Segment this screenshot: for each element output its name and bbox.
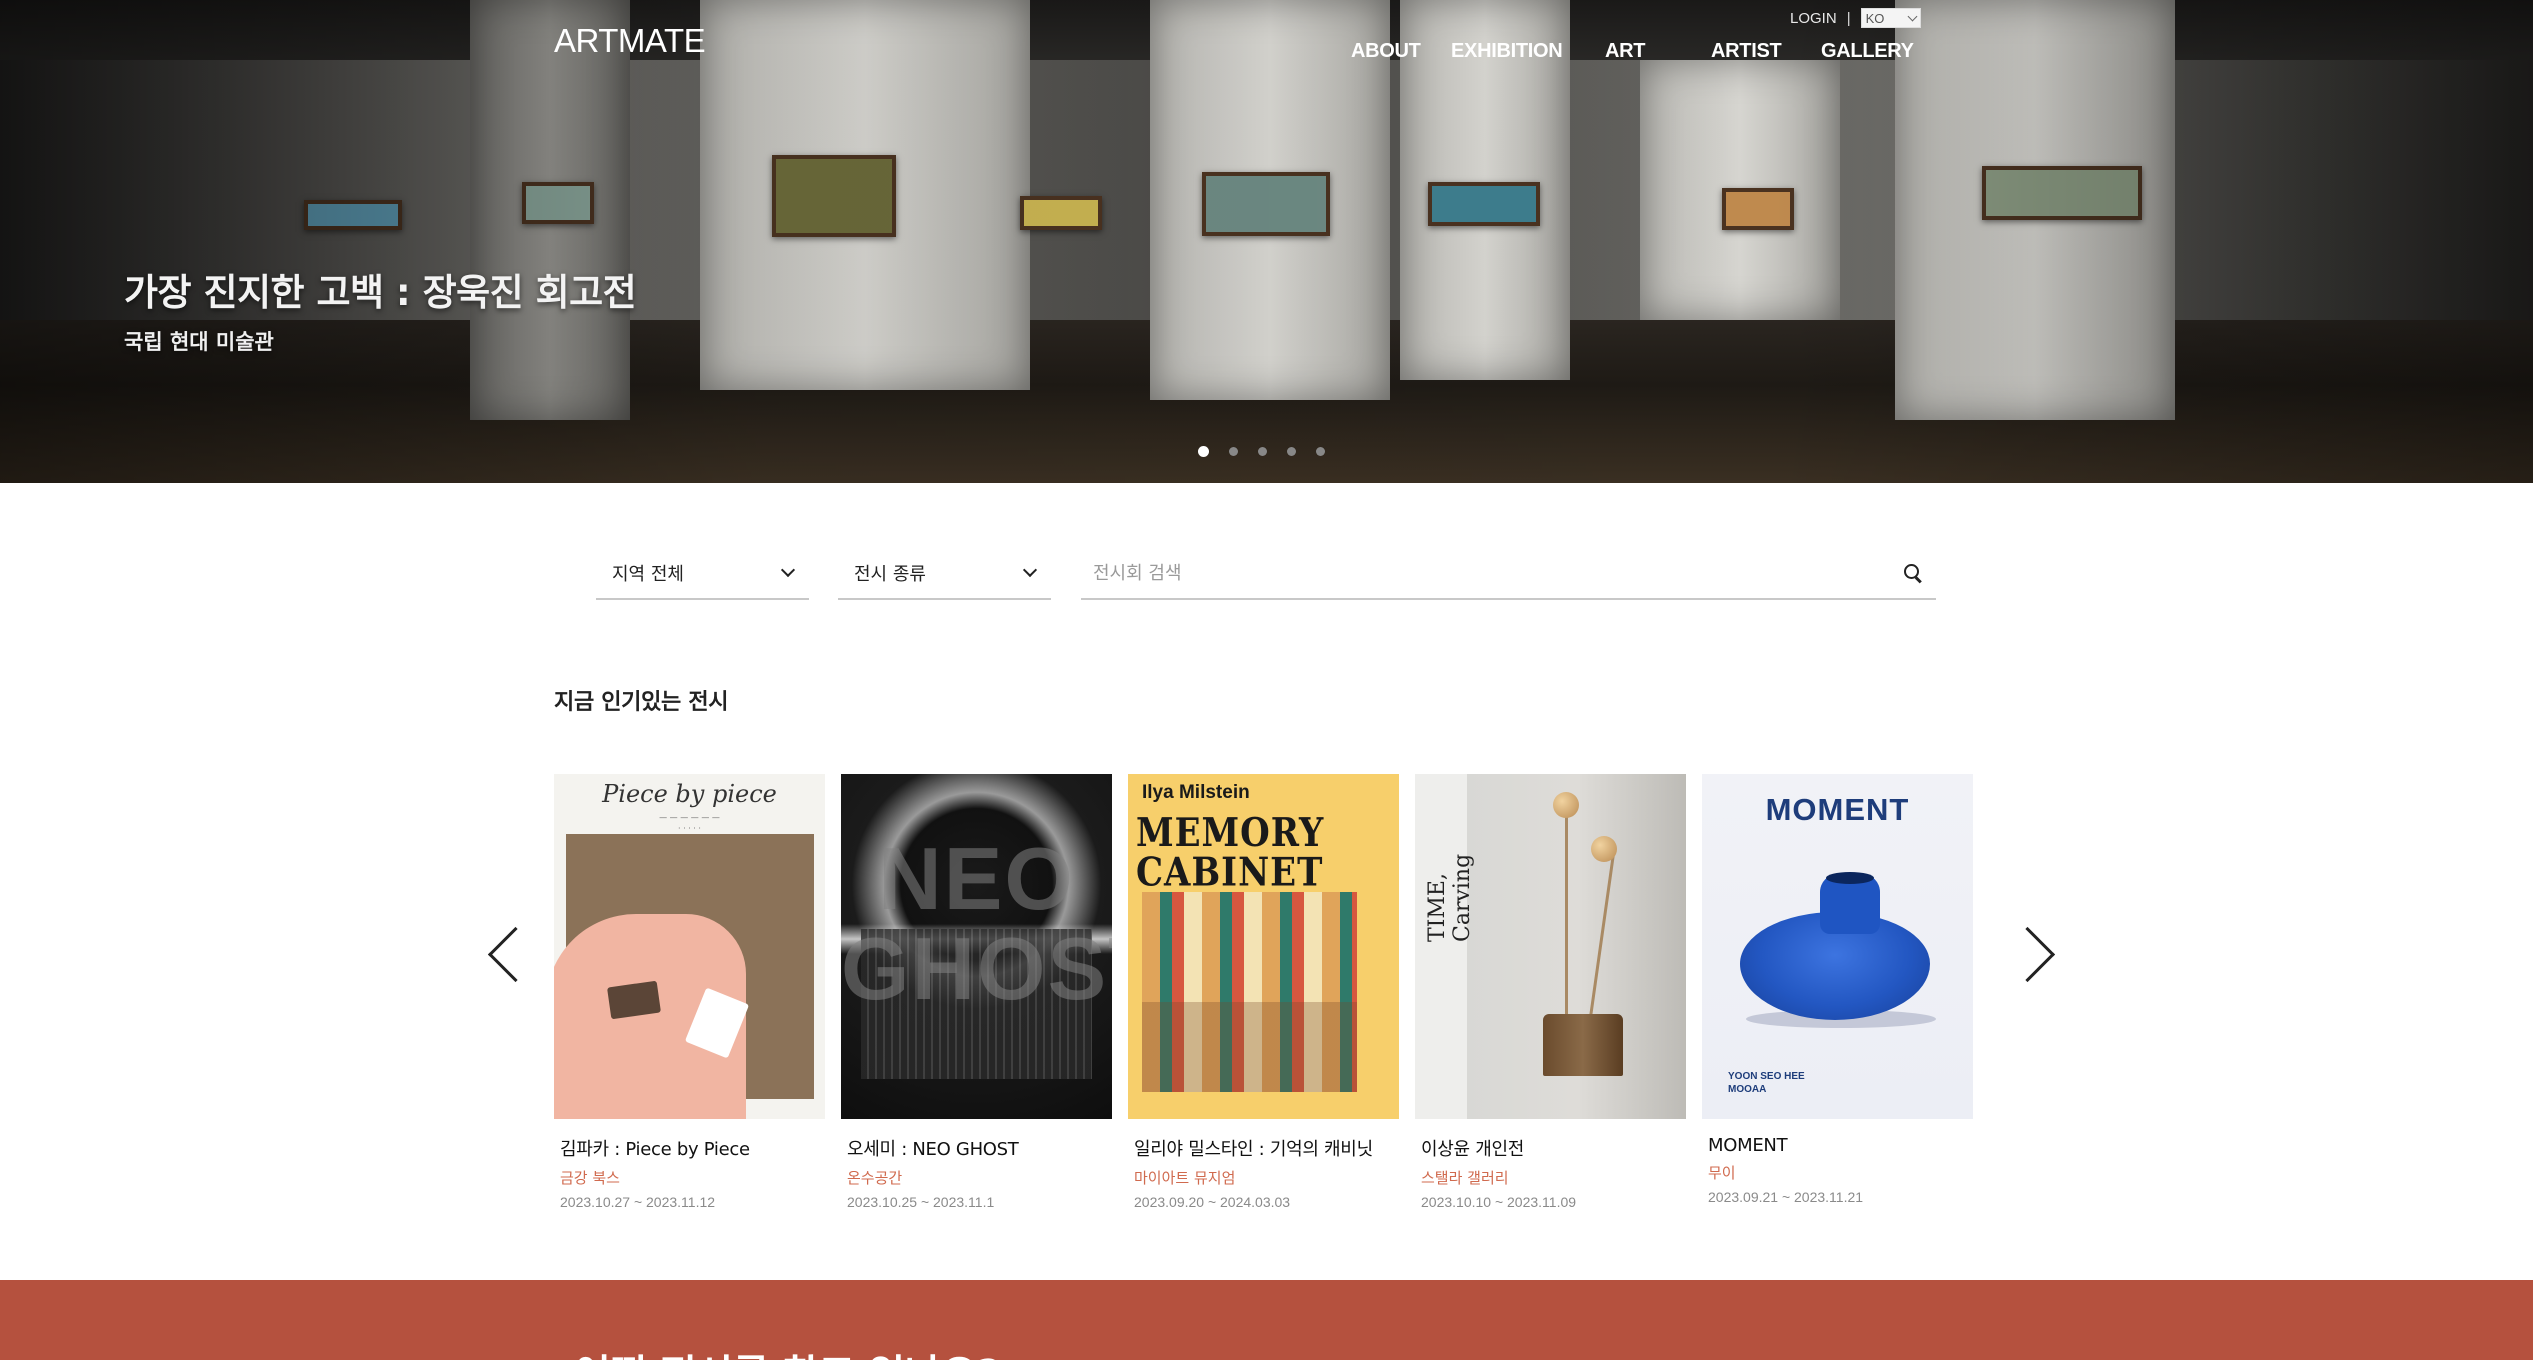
exhibition-title[interactable]: 김파카 : Piece by Piece <box>554 1135 825 1161</box>
hero-subtitle: 국립 현대 미술관 <box>124 330 274 354</box>
nav-about[interactable]: ABOUT <box>1351 40 1421 63</box>
main-nav: ABOUT EXHIBITION ART ARTIST GALLERY <box>0 40 2533 70</box>
language-select[interactable]: KO <box>1860 8 1921 28</box>
recommendation-section: 어떤 전시를 찾고 있나요? <box>0 1280 2533 1360</box>
nav-gallery[interactable]: GALLERY <box>1821 40 1914 63</box>
recommendation-question: 어떤 전시를 찾고 있나요? <box>574 1342 1000 1360</box>
utility-bar: LOGIN | KO <box>1790 8 1921 28</box>
exhibition-poster[interactable]: NEO GHOST <box>841 774 1112 1119</box>
slide-indicators <box>1198 446 1345 457</box>
exhibition-dates: 2023.10.27 ~ 2023.11.12 <box>560 1194 716 1210</box>
slide-dot[interactable] <box>1316 447 1325 456</box>
hero-title: 가장 진지한 고백 : 장욱진 회고전 <box>124 271 637 314</box>
poster-title: Piece by piece <box>602 780 777 808</box>
poster-title: NEO GHOST <box>841 829 1112 1018</box>
exhibition-venue: 스탤라 갤러리 <box>1421 1169 1509 1187</box>
utility-separator: | <box>1846 9 1851 27</box>
exhibition-search-input[interactable] <box>1093 562 1902 584</box>
carousel-next-arrow-icon[interactable] <box>2014 920 2054 980</box>
exhibition-poster[interactable]: Ilya Milstein MEMORY CABINET <box>1128 774 1399 1119</box>
poster-artwork <box>1553 792 1579 818</box>
nav-artist[interactable]: ARTIST <box>1711 40 1782 63</box>
exhibition-venue: 무이 <box>1708 1164 1736 1182</box>
search-icon[interactable] <box>1902 562 1924 584</box>
exhibition-title[interactable]: 일리야 밀스타인 : 기억의 캐비닛 <box>1128 1135 1399 1161</box>
exhibition-card[interactable]: MOMENT YOON SEO HEE MOOAA MOMENT 무이 2023… <box>1702 774 1973 1205</box>
language-value: KO <box>1865 10 1885 26</box>
poster-artist: Ilya Milstein <box>1142 782 1250 803</box>
exhibition-poster[interactable]: Piece by piece — — — — — — · · · · · <box>554 774 825 1119</box>
nav-exhibition[interactable]: EXHIBITION <box>1451 40 1563 63</box>
region-dropdown-value: 지역 전체 <box>612 564 684 585</box>
slide-dot[interactable] <box>1229 447 1238 456</box>
exhibition-venue: 금강 북스 <box>560 1169 620 1187</box>
carousel-prev-arrow-icon[interactable] <box>482 920 522 980</box>
exhibition-poster[interactable]: MOMENT YOON SEO HEE MOOAA <box>1702 774 1973 1119</box>
poster-title: MOMENT <box>1765 792 1910 827</box>
hero-overlay <box>0 0 2533 483</box>
exhibition-venue: 온수공간 <box>847 1169 903 1187</box>
exhibition-dates: 2023.10.25 ~ 2023.11.1 <box>847 1194 995 1210</box>
popular-section-title: 지금 인기있는 전시 <box>554 690 729 715</box>
search-box <box>1081 548 1936 600</box>
chevron-down-icon <box>1022 562 1038 578</box>
slide-dot-active[interactable] <box>1198 446 1209 457</box>
poster-title: MEMORY CABINET <box>1136 810 1325 896</box>
poster-artwork <box>1591 836 1617 862</box>
hero-banner[interactable]: ARTMATE LOGIN | KO ABOUT EXHIBITION ART … <box>0 0 2533 483</box>
slide-dot[interactable] <box>1287 447 1296 456</box>
exhibition-dates: 2023.09.20 ~ 2024.03.03 <box>1134 1194 1291 1210</box>
poster-artwork <box>1543 1014 1623 1076</box>
exhibition-card[interactable]: Ilya Milstein MEMORY CABINET 일리야 밀스타인 : … <box>1128 774 1399 1210</box>
type-dropdown-value: 전시 종류 <box>854 564 926 585</box>
exhibition-title[interactable]: 오세미 : NEO GHOST <box>841 1135 1112 1161</box>
exhibition-card[interactable]: NEO GHOST 오세미 : NEO GHOST 온수공간 2023.10.2… <box>841 774 1112 1210</box>
exhibition-poster[interactable]: TIME, Carving <box>1415 774 1686 1119</box>
poster-decoration: — — — — — — · · · · · <box>659 813 720 833</box>
exhibition-card[interactable]: Piece by piece — — — — — — · · · · · 김파카 … <box>554 774 825 1210</box>
poster-artist: YOON SEO HEE MOOAA <box>1728 1070 1805 1096</box>
login-link[interactable]: LOGIN <box>1790 10 1837 27</box>
exhibition-title[interactable]: 이상윤 개인전 <box>1415 1135 1686 1161</box>
poster-artist-name: YOON SEO HEE <box>1728 1071 1805 1082</box>
type-dropdown[interactable]: 전시 종류 <box>838 548 1051 600</box>
exhibition-card[interactable]: TIME, Carving 이상윤 개인전 스탤라 갤러리 2023.10.10… <box>1415 774 1686 1210</box>
exhibition-dates: 2023.10.10 ~ 2023.11.09 <box>1421 1194 1577 1210</box>
chevron-down-icon <box>1907 11 1918 21</box>
slide-dot[interactable] <box>1258 447 1267 456</box>
poster-artwork <box>1565 804 1568 1034</box>
exhibition-dates: 2023.09.21 ~ 2023.11.21 <box>1708 1189 1864 1205</box>
exhibition-title[interactable]: MOMENT <box>1702 1135 1973 1156</box>
poster-artwork <box>1142 892 1357 1092</box>
chevron-down-icon <box>780 562 796 578</box>
nav-art[interactable]: ART <box>1605 40 1646 63</box>
poster-artwork <box>1826 872 1874 884</box>
poster-title: TIME, Carving <box>1425 853 1475 942</box>
region-dropdown[interactable]: 지역 전체 <box>596 548 809 600</box>
poster-artwork <box>1586 844 1617 1034</box>
exhibition-venue: 마이아트 뮤지엄 <box>1134 1169 1236 1187</box>
poster-artwork <box>554 834 814 1119</box>
poster-venue: MOOAA <box>1728 1084 1767 1095</box>
